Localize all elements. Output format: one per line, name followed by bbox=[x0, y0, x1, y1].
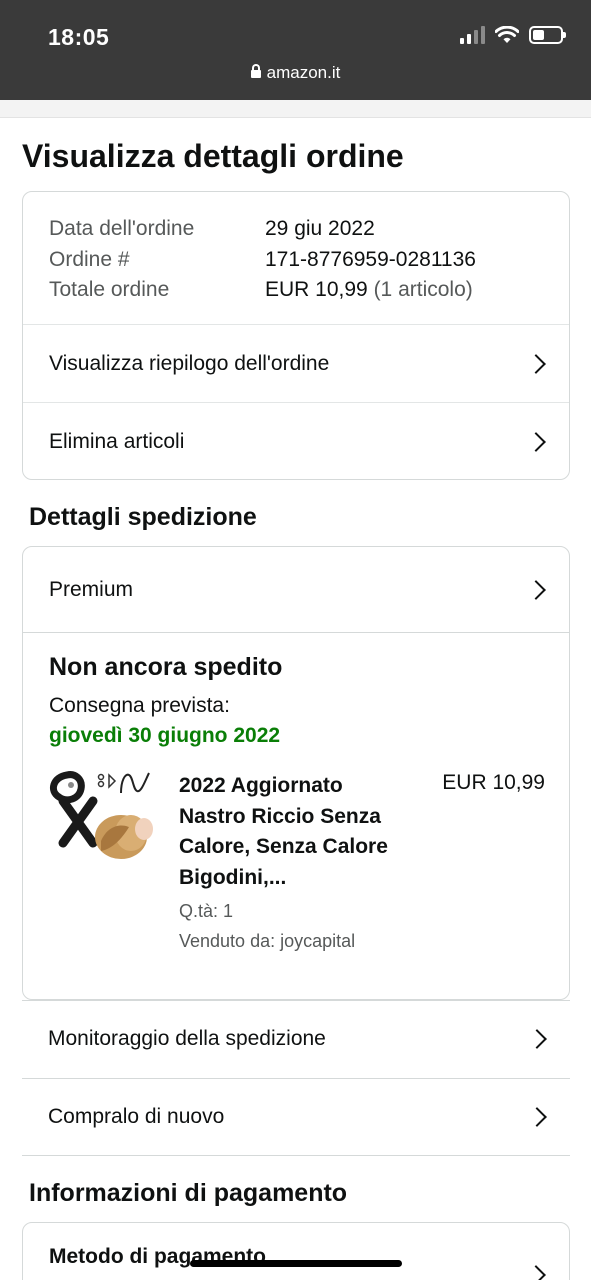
page-top-strip bbox=[0, 100, 591, 118]
delivery-label: Consegna prevista: bbox=[49, 694, 230, 717]
buy-again-link[interactable]: Compralo di nuovo bbox=[22, 1078, 570, 1155]
product-title[interactable]: 2022 Aggiornato Nastro Riccio Senza Calo… bbox=[179, 771, 409, 893]
url-text: amazon.it bbox=[266, 63, 341, 82]
product-price: EUR 10,99 bbox=[442, 771, 545, 794]
track-shipment-link[interactable]: Monitoraggio della spedizione bbox=[22, 1000, 570, 1077]
battery-icon bbox=[529, 26, 566, 44]
chevron-right-icon bbox=[526, 431, 546, 452]
order-date-label: Data dell'ordine bbox=[49, 217, 195, 240]
order-summary-card: Data dell'ordine 29 giu 2022 Ordine # 17… bbox=[22, 191, 570, 480]
shipping-card: Premium Non ancora spedito Consegna prev… bbox=[22, 546, 570, 1000]
status-icons bbox=[460, 26, 566, 44]
order-number-row: Ordine # 171-8776959-0281136 bbox=[49, 245, 543, 276]
product-image[interactable] bbox=[49, 771, 157, 867]
delete-items-link[interactable]: Elimina articoli bbox=[23, 402, 569, 479]
shipping-section-title: Dettagli spedizione bbox=[29, 503, 257, 531]
order-total-row: Totale ordine EUR 10,99 (1 articolo) bbox=[49, 275, 543, 306]
shipment-details: Non ancora spedito Consegna prevista: gi… bbox=[23, 632, 569, 999]
status-time: 18:05 bbox=[48, 24, 110, 50]
browser-top-bar: 18:05 amazon.it bbox=[0, 0, 591, 100]
order-date-row: Data dell'ordine 29 giu 2022 bbox=[49, 214, 543, 245]
order-summary-link[interactable]: Visualizza riepilogo dell'ordine bbox=[23, 324, 569, 402]
payment-section-title: Informazioni di pagamento bbox=[29, 1179, 348, 1207]
order-item-count: (1 articolo) bbox=[367, 278, 473, 301]
chevron-right-icon bbox=[526, 1265, 546, 1280]
cellular-signal-icon bbox=[460, 26, 485, 44]
product-quantity: Q.tà: 1 bbox=[179, 901, 234, 921]
chevron-right-icon bbox=[526, 579, 546, 600]
order-number-value: 171-8776959-0281136 bbox=[265, 247, 476, 271]
payment-card: Metodo di pagamento bbox=[22, 1222, 570, 1280]
divider bbox=[22, 1155, 570, 1156]
order-total-wrap: EUR 10,99 (1 articolo) bbox=[265, 275, 473, 306]
chevron-right-icon bbox=[527, 1107, 547, 1127]
track-shipment-label: Monitoraggio della spedizione bbox=[48, 1027, 326, 1050]
payment-method-link[interactable]: Metodo di pagamento bbox=[23, 1223, 569, 1280]
premium-link[interactable]: Premium bbox=[23, 547, 569, 632]
order-info: Data dell'ordine 29 giu 2022 Ordine # 17… bbox=[23, 192, 569, 324]
chevron-right-icon bbox=[526, 353, 546, 374]
order-date-value: 29 giu 2022 bbox=[265, 217, 375, 240]
chevron-right-icon bbox=[527, 1029, 547, 1049]
home-indicator[interactable] bbox=[190, 1260, 402, 1267]
delete-items-label: Elimina articoli bbox=[49, 429, 185, 453]
url-bar[interactable]: amazon.it bbox=[0, 63, 591, 83]
page-title: Visualizza dettagli ordine bbox=[22, 138, 404, 174]
shipment-status: Non ancora spedito bbox=[49, 653, 283, 681]
lock-icon bbox=[250, 64, 261, 78]
order-number-label: Ordine # bbox=[49, 247, 130, 271]
delivery-date: giovedì 30 giugno 2022 bbox=[49, 724, 281, 747]
order-summary-label: Visualizza riepilogo dell'ordine bbox=[49, 351, 330, 375]
buy-again-label: Compralo di nuovo bbox=[48, 1105, 225, 1128]
premium-label: Premium bbox=[49, 577, 134, 601]
order-total-label: Totale ordine bbox=[49, 278, 170, 301]
wifi-icon bbox=[495, 26, 519, 43]
order-total-value: EUR 10,99 bbox=[265, 278, 368, 301]
product-seller: Venduto da: joycapital bbox=[179, 931, 356, 951]
